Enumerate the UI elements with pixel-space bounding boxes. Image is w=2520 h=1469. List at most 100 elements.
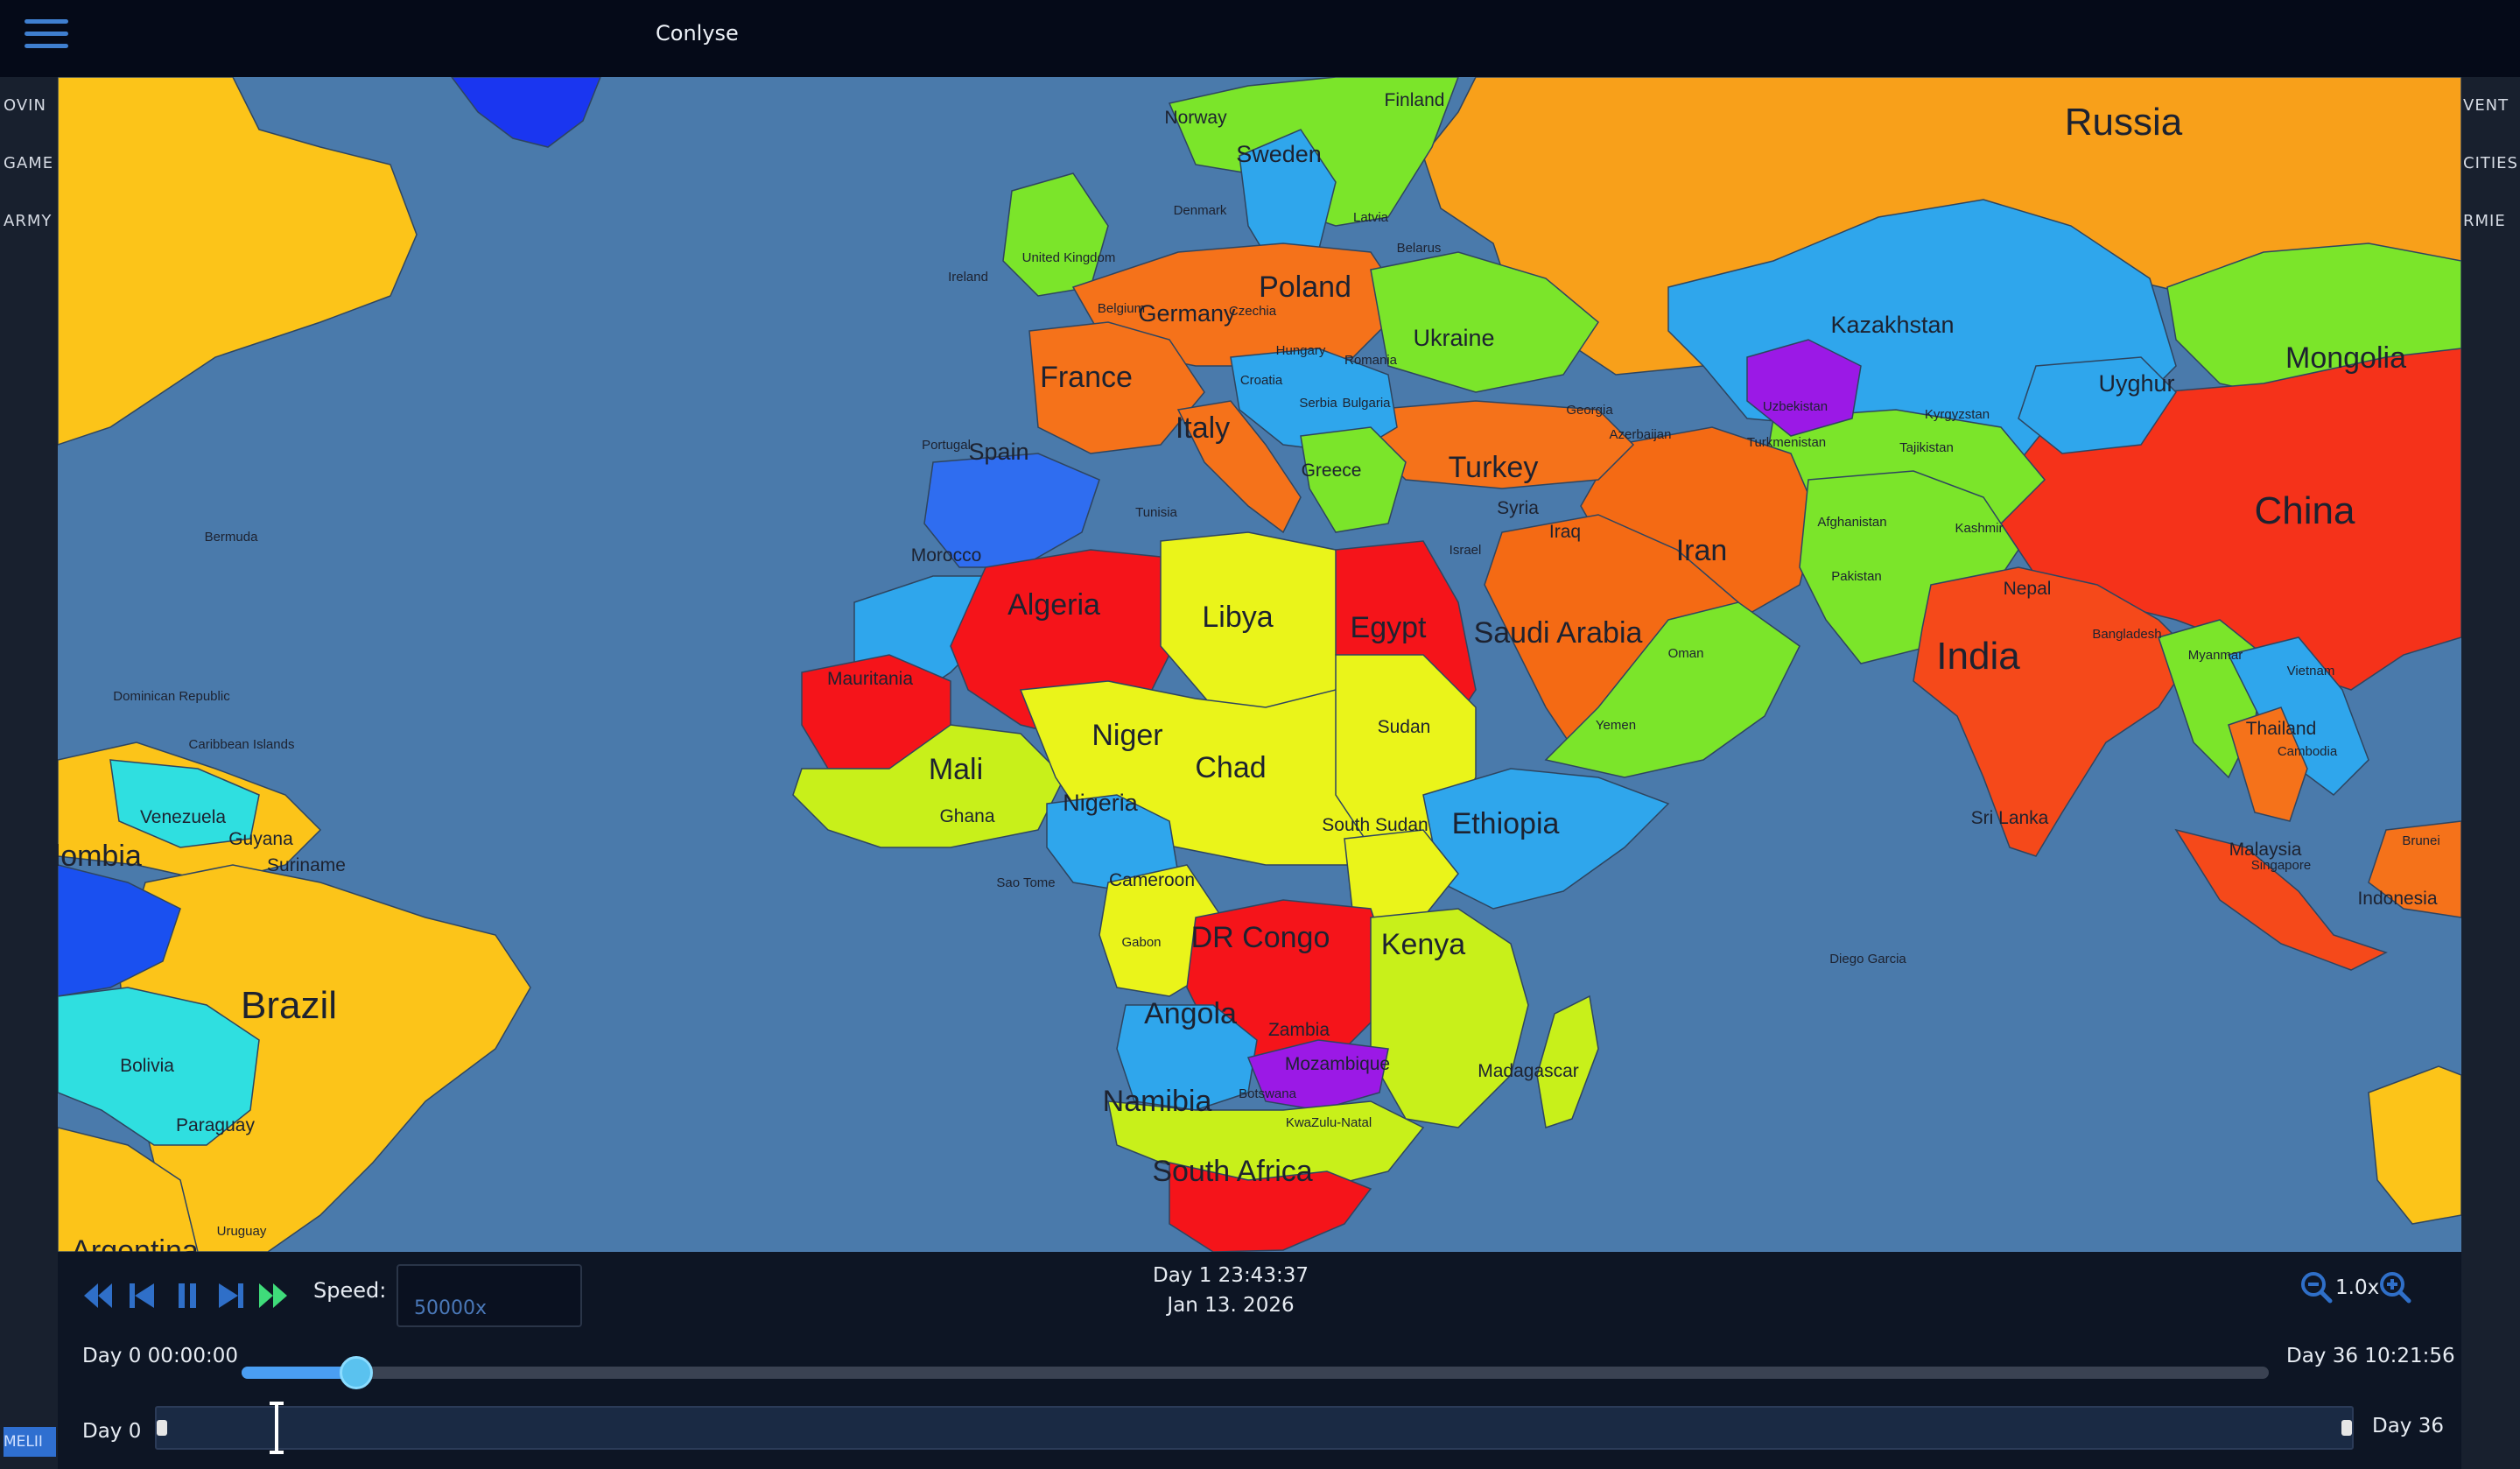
map-label-ukraine[interactable]: Ukraine: [1413, 325, 1494, 351]
map-label-united-kingdom[interactable]: United Kingdom: [1022, 250, 1116, 265]
map-label-azerbaijan[interactable]: Azerbaijan: [1610, 427, 1672, 442]
map-label-south-sudan[interactable]: South Sudan: [1322, 815, 1428, 835]
map-label-serbia[interactable]: Serbia: [1299, 396, 1337, 411]
map-label-sao-tome[interactable]: Sao Tome: [996, 875, 1055, 890]
map-label-israel[interactable]: Israel: [1450, 543, 1482, 558]
hamburger-menu-icon[interactable]: [25, 19, 68, 54]
map-label-south-africa[interactable]: South Africa: [1152, 1155, 1312, 1188]
map-label-mozambique[interactable]: Mozambique: [1285, 1054, 1390, 1074]
map-label-turkmenistan[interactable]: Turkmenistan: [1747, 435, 1826, 450]
map-label-egypt[interactable]: Egypt: [1351, 611, 1427, 644]
slider-thumb[interactable]: [340, 1356, 373, 1389]
fast-forward-icon[interactable]: [256, 1278, 291, 1313]
map-label-portugal[interactable]: Portugal: [922, 438, 971, 453]
map-label-kazakhstan[interactable]: Kazakhstan: [1830, 312, 1954, 338]
map-label-malaysia[interactable]: Malaysia: [2229, 840, 2302, 860]
map-label-bulgaria[interactable]: Bulgaria: [1342, 396, 1391, 411]
map-label-dr-congo[interactable]: DR Congo: [1191, 921, 1330, 954]
map-label-croatia[interactable]: Croatia: [1240, 373, 1283, 388]
zoom-out-icon[interactable]: [2299, 1269, 2334, 1304]
playback-progress-slider[interactable]: [242, 1356, 2269, 1389]
map-label-tunisia[interactable]: Tunisia: [1135, 505, 1177, 520]
timeline-end-marker[interactable]: [2341, 1420, 2352, 1436]
map-label-iraq[interactable]: Iraq: [1549, 522, 1581, 542]
map-label-turkey[interactable]: Turkey: [1449, 451, 1539, 484]
zoom-in-icon[interactable]: [2377, 1269, 2412, 1304]
right-tab-events[interactable]: VENT: [2463, 95, 2519, 117]
map-label-indonesia[interactable]: Indonesia: [2357, 889, 2437, 909]
map-label-niger[interactable]: Niger: [1092, 719, 1162, 752]
map-label-madagascar[interactable]: Madagascar: [1478, 1061, 1579, 1081]
map-label-germany[interactable]: Germany: [1138, 300, 1236, 327]
world-map[interactable]: Russia Finland Norway Sweden Denmark Latvia Ir…: [58, 77, 2461, 1252]
map-label-hungary[interactable]: Hungary: [1276, 343, 1326, 358]
map-label-china[interactable]: China: [2255, 489, 2355, 532]
map-label-syria[interactable]: Syria: [1497, 498, 1539, 518]
map-label-kyrgyzstan[interactable]: Kyrgyzstan: [1925, 407, 1990, 422]
map-label-vietnam[interactable]: Vietnam: [2287, 664, 2335, 678]
left-tab-timeline[interactable]: MELII: [4, 1427, 56, 1457]
map-label-argentina[interactable]: Argentina: [71, 1234, 199, 1252]
map-label-gabon[interactable]: Gabon: [1121, 935, 1161, 950]
map-label-belarus[interactable]: Belarus: [1397, 241, 1442, 256]
map-label-morocco[interactable]: Morocco: [911, 545, 982, 566]
right-tab-cities[interactable]: CITIES: [2463, 152, 2519, 175]
map-label-kwazulu-natal[interactable]: KwaZulu-Natal: [1286, 1115, 1372, 1130]
fast-rewind-icon[interactable]: [81, 1278, 116, 1313]
map-canvas[interactable]: Russia Finland Norway Sweden Denmark Latvia Ir…: [58, 77, 2461, 1252]
pause-icon[interactable]: [170, 1278, 205, 1313]
map-label-uruguay[interactable]: Uruguay: [217, 1224, 267, 1239]
map-label-zambia[interactable]: Zambia: [1268, 1020, 1330, 1040]
map-label-nigeria[interactable]: Nigeria: [1063, 790, 1139, 816]
map-label-brazil[interactable]: Brazil: [241, 984, 337, 1027]
map-label-ireland[interactable]: Ireland: [948, 270, 988, 285]
map-label-india[interactable]: India: [1936, 635, 2020, 678]
map-label-botswana[interactable]: Botswana: [1239, 1086, 1297, 1101]
left-tab-province[interactable]: OVIN: [4, 95, 56, 117]
map-label-pakistan[interactable]: Pakistan: [1831, 569, 1882, 584]
map-label-bermuda[interactable]: Bermuda: [205, 530, 259, 545]
map-label-sweden[interactable]: Sweden: [1236, 141, 1322, 167]
step-back-icon[interactable]: [124, 1278, 159, 1313]
map-label-norway[interactable]: Norway: [1164, 108, 1227, 128]
map-label-poland[interactable]: Poland: [1259, 271, 1351, 304]
map-label-thailand[interactable]: Thailand: [2246, 719, 2317, 739]
map-label-singapore[interactable]: Singapore: [2251, 858, 2311, 873]
map-label-sri-lanka[interactable]: Sri Lanka: [1971, 808, 2049, 828]
map-label-georgia[interactable]: Georgia: [1566, 403, 1613, 418]
map-label-angola[interactable]: Angola: [1144, 997, 1237, 1030]
map-label-cambodia[interactable]: Cambodia: [2278, 744, 2338, 759]
timeline-track[interactable]: [155, 1406, 2354, 1450]
map-label-myanmar[interactable]: Myanmar: [2188, 648, 2243, 663]
map-label-brunei[interactable]: Brunei: [2402, 833, 2439, 848]
map-label-saudi-arabia[interactable]: Saudi Arabia: [1474, 616, 1643, 650]
map-label-uzbekistan[interactable]: Uzbekistan: [1763, 399, 1828, 414]
map-label-ethiopia[interactable]: Ethiopia: [1452, 807, 1560, 840]
map-label-guyana[interactable]: Guyana: [228, 829, 293, 849]
map-label-chad[interactable]: Chad: [1195, 751, 1266, 784]
map-label-kashmir[interactable]: Kashmir: [1955, 521, 2003, 536]
map-label-france[interactable]: France: [1040, 361, 1133, 394]
map-label-mauritania[interactable]: Mauritania: [827, 669, 913, 689]
left-tab-army[interactable]: ARMY: [4, 210, 56, 233]
map-label-libya[interactable]: Libya: [1202, 601, 1273, 634]
map-label-russia[interactable]: Russia: [2065, 101, 2183, 144]
map-label-bangladesh[interactable]: Bangladesh: [2092, 627, 2161, 642]
map-label-latvia[interactable]: Latvia: [1353, 210, 1389, 225]
map-label-mongolia[interactable]: Mongolia: [2285, 341, 2406, 375]
map-label-caribbean-islands[interactable]: Caribbean Islands: [189, 737, 295, 752]
right-tab-armies[interactable]: RMIE: [2463, 210, 2519, 233]
map-label-kenya[interactable]: Kenya: [1381, 928, 1465, 961]
map-label-uyghur[interactable]: Uyghur: [2098, 370, 2174, 397]
map-label-greece[interactable]: Greece: [1302, 460, 1362, 481]
map-label-cameroon[interactable]: Cameroon: [1109, 870, 1195, 890]
map-label-italy[interactable]: Italy: [1176, 411, 1230, 445]
map-label-suriname[interactable]: Suriname: [267, 855, 346, 875]
map-label-denmark[interactable]: Denmark: [1174, 203, 1227, 218]
map-label-algeria[interactable]: Algeria: [1007, 588, 1100, 622]
map-label-paraguay[interactable]: Paraguay: [176, 1115, 255, 1135]
map-label-oman[interactable]: Oman: [1668, 646, 1704, 661]
map-label-spain[interactable]: Spain: [968, 439, 1028, 465]
map-label-tajikistan[interactable]: Tajikistan: [1899, 440, 1954, 455]
map-label-sudan[interactable]: Sudan: [1378, 717, 1431, 737]
